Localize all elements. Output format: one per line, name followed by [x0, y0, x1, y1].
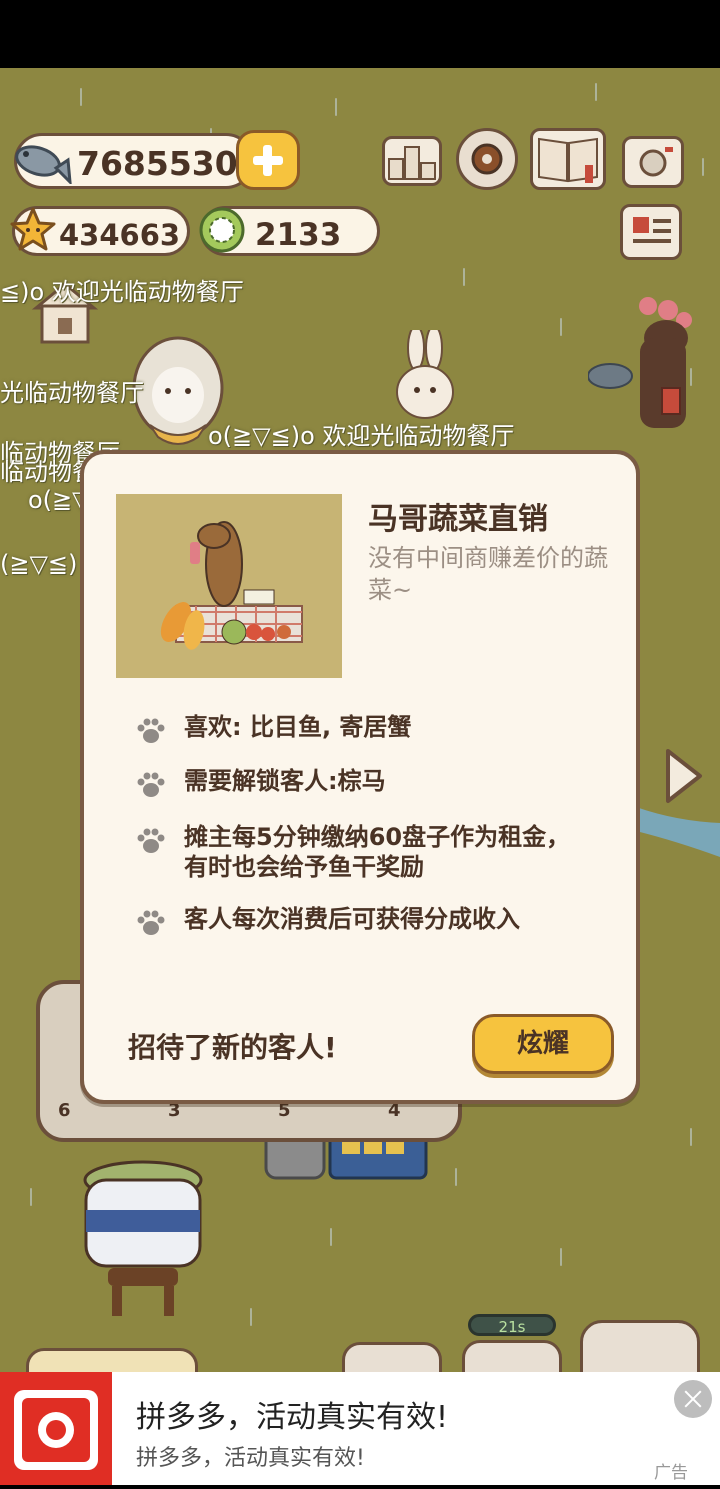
add-fish-button[interactable]: [236, 130, 300, 190]
recipe-book-button[interactable]: [530, 128, 606, 190]
rain-drop: [595, 83, 597, 101]
paw-icon: [137, 772, 165, 797]
star-count: 434663: [59, 218, 181, 252]
dog-vendor: [588, 297, 692, 428]
fish-icon: [15, 145, 72, 184]
fish-count: 76855308: [77, 144, 261, 183]
settings-button[interactable]: [456, 128, 518, 190]
next-arrow-icon[interactable]: [662, 745, 706, 807]
new-customer-message: 招待了新的客人!: [128, 1031, 337, 1064]
pinduoduo-logo-icon: [14, 1390, 98, 1470]
ad-label: 广告: [654, 1463, 688, 1483]
paw-icon: [137, 828, 165, 853]
ad-banner[interactable]: 拼多多，活动真实有效! 拼多多，活动真实有效! 广告: [0, 1372, 720, 1485]
show-off-button[interactable]: 炫耀: [472, 1014, 614, 1074]
rain-drop: [560, 1248, 562, 1266]
river: [636, 807, 720, 857]
rain-drop: [702, 158, 704, 176]
rain-drop: [250, 1308, 252, 1326]
rain-drop: [463, 268, 465, 286]
id-card-icon: [633, 217, 671, 243]
shop-info-dialog: 马哥蔬菜直销 没有中间商赚差价的蔬菜~ 喜欢: 比目鱼, 寄居蟹 需要解锁客人:…: [80, 450, 640, 1104]
camera-icon: [639, 147, 673, 177]
pinduoduo-logo: [0, 1372, 112, 1485]
rain-drop: [560, 318, 562, 336]
rain-drop: [690, 1128, 692, 1146]
coin-icon: [199, 207, 245, 253]
podium-icon: [388, 146, 436, 180]
close-ad-button[interactable]: [674, 1380, 712, 1418]
seat-number: 6: [58, 1100, 71, 1121]
alpaca-vendor-illustration: [160, 521, 303, 650]
shop-title: 马哥蔬菜直销: [368, 502, 548, 537]
gear-icon: [471, 143, 503, 175]
bottom-slot[interactable]: [26, 1348, 198, 1372]
welcome-text: 光临动物餐厅: [0, 379, 144, 407]
rain-drop: [30, 1188, 32, 1206]
camera-button[interactable]: [622, 136, 684, 188]
feature-text: 需要解锁客人:棕马: [184, 767, 386, 795]
bottom-slot[interactable]: [580, 1320, 700, 1372]
feature-text: 喜欢: 比目鱼, 寄居蟹: [184, 713, 412, 741]
welcome-text: ≦)o 欢迎光临动物餐厅: [0, 278, 244, 306]
profile-card-button[interactable]: [620, 204, 682, 260]
rain-drop: [330, 1228, 332, 1246]
coin-count: 2133: [255, 217, 342, 253]
feature-text: 客人每次消费后可获得分成收入: [184, 905, 520, 933]
bottom-slot[interactable]: [342, 1342, 442, 1372]
soup-pot: [83, 1160, 203, 1316]
ad-subtext[interactable]: 拼多多，活动真实有效!: [136, 1440, 365, 1472]
book-icon: [538, 137, 598, 183]
rain-drop: [80, 88, 82, 106]
welcome-text: o(≧▽≦)o 欢迎光临动物餐厅: [208, 422, 515, 450]
status-bar: [0, 0, 720, 68]
shop-description: 没有中间商赚差价的蔬菜~: [368, 544, 608, 604]
ad-headline[interactable]: 拼多多，活动真实有效!: [136, 1392, 448, 1436]
paw-icon: [137, 718, 165, 743]
bottom-slot[interactable]: [462, 1340, 562, 1372]
leaderboard-button[interactable]: [382, 136, 442, 186]
welcome-text: (≧▽≦): [0, 550, 78, 578]
rabbit-customer: [396, 330, 454, 419]
rain-drop: [335, 98, 337, 116]
paw-icon: [137, 910, 165, 935]
star-icon: [10, 207, 56, 251]
timer-badge: 21s: [468, 1314, 556, 1336]
vegetable-stall-image: [116, 494, 342, 678]
feature-text: 摊主每5分钟缴纳60盘子作为租金，有时也会给予鱼干奖励: [184, 823, 571, 881]
